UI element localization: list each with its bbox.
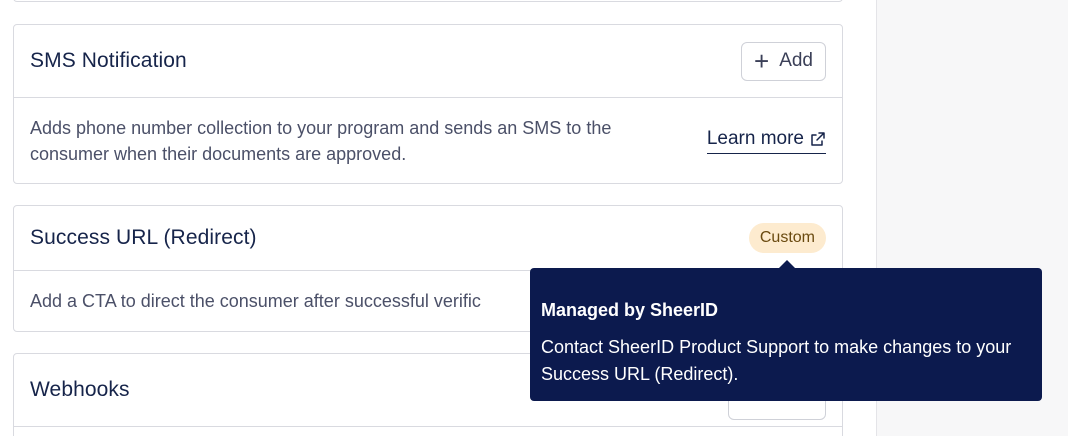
learn-more-link[interactable]: Learn more — [706, 128, 826, 154]
webhooks-card-title: Webhooks — [30, 378, 130, 401]
custom-badge[interactable]: Custom — [748, 223, 826, 253]
tooltip-title: Managed by SheerID — [541, 300, 719, 320]
managed-tooltip: Managed by SheerID Contact SheerID Produ… — [530, 268, 1042, 401]
previous-card-edge — [13, 0, 843, 2]
learn-more-label: Learn more — [706, 128, 804, 149]
sms-card-body: Adds phone number collection to your pro… — [14, 98, 842, 184]
sms-description: Adds phone number collection to your pro… — [30, 118, 612, 164]
success-description: Add a CTA to direct the consumer after s… — [30, 291, 481, 311]
sms-card-title: SMS Notification — [30, 49, 187, 72]
tooltip-body: Contact SheerID Product Support to make … — [541, 337, 1012, 384]
success-card-header: Success URL (Redirect) Custom — [14, 206, 842, 271]
sms-notification-card: SMS Notification + Add Adds phone number… — [13, 24, 843, 184]
external-link-icon — [811, 132, 825, 146]
plus-icon: + — [754, 46, 770, 76]
add-button-label: Add — [779, 50, 813, 71]
success-card-title: Success URL (Redirect) — [30, 226, 257, 249]
sms-add-button[interactable]: + Add — [741, 41, 826, 81]
sms-card-header: SMS Notification + Add — [14, 25, 842, 98]
